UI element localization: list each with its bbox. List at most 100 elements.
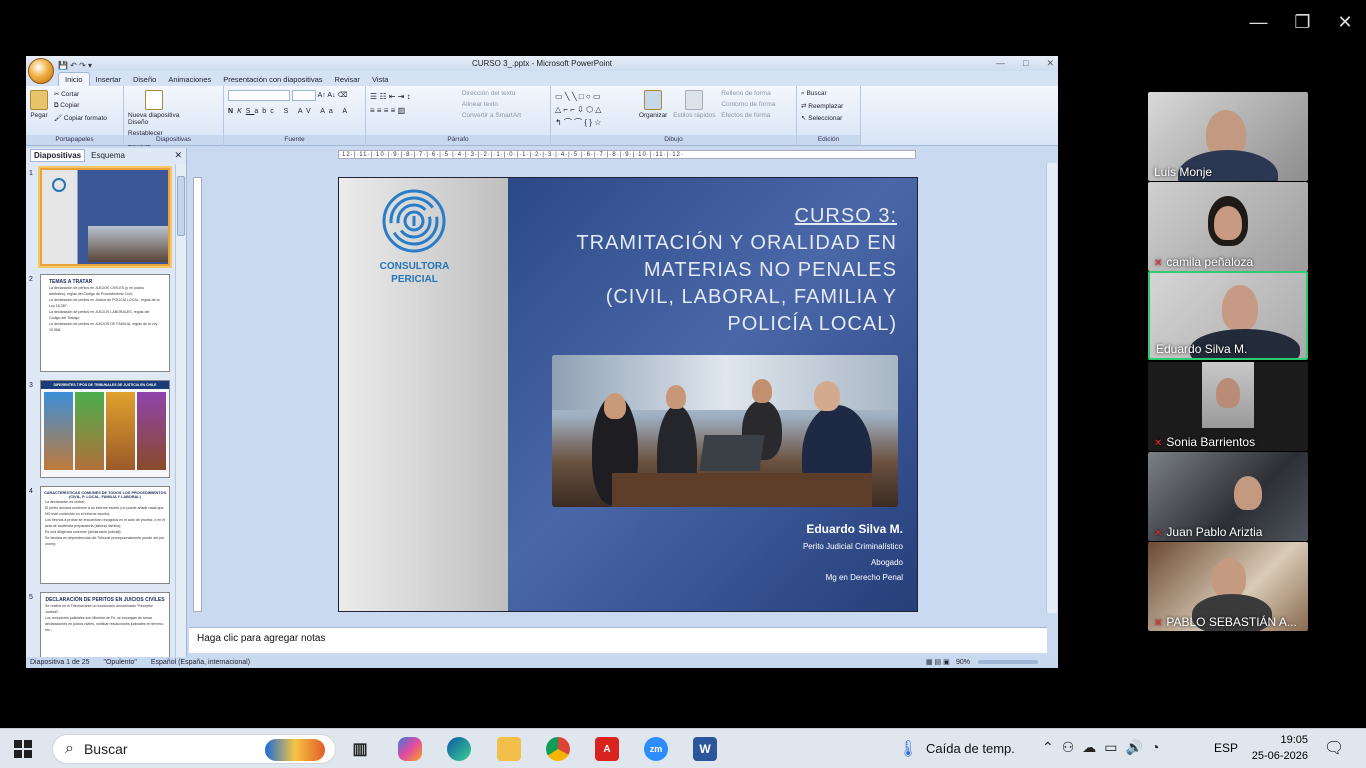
edge-icon[interactable] bbox=[447, 737, 471, 761]
shape-effects-button[interactable]: Efectos de forma bbox=[721, 112, 775, 119]
tab-insertar[interactable]: Insertar bbox=[90, 73, 127, 86]
text-direction-button[interactable]: Dirección del texto bbox=[462, 90, 521, 97]
smartart-button[interactable]: Convertir a SmartArt bbox=[462, 112, 521, 119]
quick-styles-icon bbox=[685, 90, 704, 110]
arrange-button[interactable]: Organizar bbox=[638, 90, 668, 119]
thumbnail-slide-4[interactable]: CARACTERÍSTICAS COMUNES DE TODOS LOS PRO… bbox=[40, 486, 170, 584]
tab-inicio[interactable]: Inicio bbox=[58, 72, 90, 86]
ppt-maximize-button[interactable]: □ bbox=[1023, 56, 1028, 71]
slide-left-panel: CONSULTORA PERICIAL bbox=[339, 178, 508, 611]
group-label-editing: Edición bbox=[797, 135, 860, 145]
clock-date: 25-06-2026 bbox=[1251, 750, 1308, 762]
thumbnail-slide-3[interactable]: DIFERENTES TIPOS DE TRIBUNALES DE JUSTIC… bbox=[40, 380, 170, 478]
word-icon[interactable]: W bbox=[693, 737, 717, 761]
muted-mic-icon: ✕ bbox=[1154, 618, 1163, 629]
participant-tile[interactable]: ✕ Juan Pablo Ariztia bbox=[1148, 452, 1308, 541]
thumb-title: TEMAS A TRATAR bbox=[49, 279, 93, 285]
align-text-button[interactable]: Alinear texto bbox=[462, 101, 521, 108]
participant-tile[interactable]: ✕ PABLO SEBASTIÁN A... bbox=[1148, 542, 1308, 631]
group-slides: Nueva diapositiva Diseño Restablecer Eli… bbox=[124, 86, 224, 148]
participant-name-text: Luis Monje bbox=[1154, 165, 1213, 179]
thumb-title: DECLARACIÓN DE PERITOS EN JUICIOS CIVILE… bbox=[45, 597, 165, 603]
tab-animaciones[interactable]: Animaciones bbox=[162, 73, 217, 86]
thumb-line: La declaración de peritos en Juicios de … bbox=[49, 298, 160, 308]
replace-button[interactable]: ⇄ Reemplazar bbox=[801, 102, 856, 110]
quick-access-toolbar[interactable]: 💾 ↶ ↷ ▾ bbox=[58, 58, 92, 73]
thumb-number: 2 bbox=[29, 276, 33, 283]
participant-tile[interactable]: ✕ Sonia Barrientos bbox=[1148, 362, 1308, 451]
notifications-icon[interactable]: 🗨 bbox=[1324, 738, 1344, 758]
close-button[interactable]: ✕ bbox=[1337, 12, 1352, 33]
shape-outline-button[interactable]: Contorno de forma bbox=[721, 101, 775, 108]
participant-face bbox=[1214, 206, 1242, 240]
participant-tile-active-speaker[interactable]: Eduardo Silva M. bbox=[1148, 271, 1308, 360]
paste-button[interactable]: Pegar bbox=[30, 90, 48, 119]
thumb-line: Se declara en dependencias del Tribunal … bbox=[45, 536, 165, 546]
new-slide-button[interactable]: Nueva diapositiva bbox=[128, 90, 179, 119]
font-format-buttons[interactable]: NKSabc S AV Aa A bbox=[228, 108, 361, 115]
minimize-button[interactable]: — bbox=[1249, 12, 1267, 33]
group-font: A↑ A↓ ⌫ NKSabc S AV Aa A Fuente bbox=[224, 86, 366, 146]
close-pane-icon[interactable]: ✕ bbox=[174, 150, 182, 161]
ribbon: Pegar ✂ Cortar ⧉ Copiar 🖌 Copiar formato… bbox=[26, 86, 1058, 148]
thumb-col bbox=[106, 392, 135, 470]
notes-pane[interactable]: Haga clic para agregar notas bbox=[189, 627, 1047, 653]
cut-button[interactable]: ✂ Cortar bbox=[54, 90, 107, 98]
zoom-slider[interactable] bbox=[978, 660, 1038, 664]
view-buttons[interactable]: ▦ ▤ ▣ bbox=[926, 657, 950, 668]
clock[interactable]: 19:05 25-06-2026 bbox=[1250, 732, 1308, 764]
ppt-close-button[interactable]: ✕ bbox=[1046, 56, 1054, 71]
participant-tile[interactable]: Luis Monje bbox=[1148, 92, 1308, 181]
arrange-label: Organizar bbox=[638, 112, 668, 119]
participant-tile[interactable]: ✕ camila peñaloza bbox=[1148, 182, 1308, 271]
tab-revisar[interactable]: Revisar bbox=[329, 73, 366, 86]
font-name-input[interactable] bbox=[228, 90, 290, 101]
tab-diseno[interactable]: Diseño bbox=[127, 73, 162, 86]
scrollbar-thumb[interactable] bbox=[177, 176, 185, 236]
thumbnail-slide-2[interactable]: TEMAS A TRATAR La declaración de peritos… bbox=[40, 274, 170, 372]
office-button[interactable] bbox=[28, 58, 54, 84]
copy-button[interactable]: ⧉ Copiar bbox=[54, 102, 107, 110]
shape-fill-button[interactable]: Relleno de forma bbox=[721, 90, 775, 97]
tab-outline[interactable]: Esquema bbox=[91, 151, 125, 160]
layout-button[interactable]: Diseño bbox=[128, 119, 163, 126]
file-explorer-icon[interactable] bbox=[497, 737, 521, 761]
thumbnail-slide-1[interactable] bbox=[38, 166, 172, 268]
shapes-gallery[interactable]: ▭ ╲ ╲ □ ○ ▭ △ ⌐ ⌐ ⇩ ⬡ △ ↰ ⌒ ⌒ { } ☆ bbox=[555, 90, 637, 129]
status-zoom[interactable]: 90% bbox=[956, 657, 970, 668]
editor-scrollbar[interactable] bbox=[1046, 163, 1057, 613]
chrome-icon[interactable] bbox=[546, 737, 570, 761]
slides-pane-scrollbar[interactable] bbox=[175, 164, 186, 657]
windows-taskbar: ⌕ Buscar ▥ A zm W 🌡 Caída de temp. ⌃⚇☁▭🔊… bbox=[0, 728, 1366, 768]
find-button[interactable]: ⌕ Buscar bbox=[801, 90, 856, 98]
format-painter-button[interactable]: 🖌 Copiar formato bbox=[54, 114, 107, 122]
start-button[interactable] bbox=[14, 740, 32, 758]
clock-time: 19:05 bbox=[1280, 734, 1308, 746]
select-button[interactable]: ↖ Seleccionar bbox=[801, 114, 856, 122]
font-size-input[interactable] bbox=[291, 90, 316, 101]
task-view-icon[interactable]: ▥ bbox=[348, 737, 372, 761]
ppt-minimize-button[interactable]: — bbox=[996, 56, 1005, 71]
taskbar-search[interactable]: ⌕ Buscar bbox=[52, 734, 336, 764]
thumbnail-slide-5[interactable]: DECLARACIÓN DE PERITOS EN JUICIOS CIVILE… bbox=[40, 592, 170, 657]
title-line: CURSO 3: bbox=[794, 205, 897, 227]
paragraph-buttons[interactable]: ☰ ☷ ⇤ ⇥ ↕ ≡ ≡ ≡ ≡ ▥ bbox=[370, 90, 460, 118]
tray-icons[interactable]: ⌃⚇☁▭🔊◔ bbox=[1042, 739, 1167, 756]
zoom-app-icon[interactable]: zm bbox=[644, 737, 668, 761]
slide-canvas[interactable]: CONSULTORA PERICIAL CURSO 3: TRAMITACIÓN… bbox=[338, 177, 918, 612]
logo-text: CONSULTORA PERICIAL bbox=[357, 260, 472, 286]
author-line: Perito Judicial Criminalístico bbox=[802, 542, 903, 551]
acrobat-icon[interactable]: A bbox=[595, 737, 619, 761]
quick-styles-button[interactable]: Estilos rápidos bbox=[673, 90, 715, 119]
restore-button[interactable]: ❐ bbox=[1294, 12, 1310, 33]
group-label-clipboard: Portapapeles bbox=[26, 135, 123, 145]
weather-text[interactable]: Caída de temp. bbox=[926, 741, 1015, 756]
tab-vista[interactable]: Vista bbox=[366, 73, 395, 86]
participant-name-text: Eduardo Silva M. bbox=[1156, 342, 1248, 356]
copilot-icon[interactable] bbox=[398, 737, 422, 761]
tab-presentacion[interactable]: Presentación con diapositivas bbox=[217, 73, 328, 86]
font-size-buttons[interactable]: A↑ A↓ ⌫ bbox=[318, 92, 348, 99]
input-language[interactable]: ESP bbox=[1214, 741, 1238, 755]
tab-slides[interactable]: Diapositivas bbox=[30, 148, 86, 162]
title-line: TRAMITACIÓN Y ORALIDAD EN bbox=[576, 232, 897, 254]
